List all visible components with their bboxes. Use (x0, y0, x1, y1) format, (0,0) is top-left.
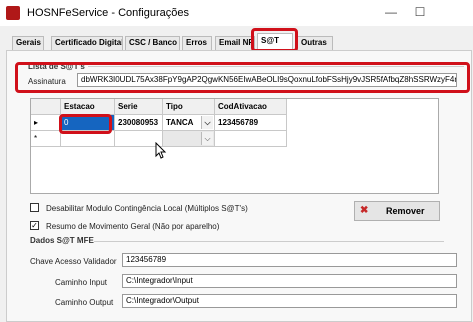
column-header-serie[interactable]: Serie (115, 99, 163, 115)
red-x-icon: ✖ (360, 205, 369, 216)
caminho-output-field[interactable]: C:\Integrador\Output (122, 294, 457, 308)
assinatura-highlight (15, 62, 470, 93)
tab-gerais[interactable]: Gerais (12, 36, 44, 50)
tab-outras[interactable]: Outras (297, 36, 333, 50)
cell-tipo-value: TANCA (166, 118, 194, 127)
estacao-cell-highlight (59, 114, 112, 134)
new-cell-codativacao[interactable] (215, 131, 287, 147)
new-row-indicator[interactable]: * (31, 131, 61, 147)
tab-strip: Gerais Certificado Digital CSC / Banco E… (0, 33, 473, 51)
caminho-input-field[interactable]: C:\Integrador\Input (122, 274, 457, 288)
dados-mfe-legend: Dados S@T MFE (30, 236, 94, 245)
resumo-label: Resumo de Movimento Geral (Não por apare… (46, 222, 220, 231)
app-logo-icon (6, 6, 20, 20)
new-cell-tipo-combo[interactable]: ⌵ (163, 131, 215, 147)
contingencia-label: Desabilitar Modulo Contingência Local (M… (46, 204, 248, 213)
column-header-codativacao[interactable]: CodAtivacao (215, 99, 287, 115)
chave-acesso-label: Chave Acesso Validador (30, 257, 117, 266)
tab-csc-banco[interactable]: CSC / Banco (125, 36, 180, 50)
cell-serie[interactable]: 230080953 (115, 115, 163, 131)
chevron-down-icon[interactable]: ⌵ (201, 116, 213, 129)
column-header-tipo[interactable]: Tipo (163, 99, 215, 115)
row-indicator[interactable]: ▸ (31, 115, 61, 131)
remove-button[interactable]: ✖ Remover (354, 201, 440, 221)
remove-button-label: Remover (386, 206, 425, 216)
caminho-output-label: Caminho Output (55, 298, 114, 307)
sat-grid[interactable]: Estacao Serie Tipo CodAtivacao ▸ 0 23008… (30, 98, 439, 194)
cell-tipo-combo[interactable]: TANCA ⌵ (163, 115, 215, 131)
cell-codativacao[interactable]: 123456789 (215, 115, 287, 131)
resumo-checkbox[interactable]: ✓ (30, 221, 39, 230)
tab-sat-highlight (251, 28, 298, 52)
chave-acesso-field[interactable]: 123456789 (122, 253, 457, 267)
grid-corner-header (31, 99, 61, 115)
contingencia-checkbox[interactable] (30, 203, 39, 212)
column-header-estacao[interactable]: Estacao (61, 99, 115, 115)
tab-email-nfe[interactable]: Email NFe (215, 36, 255, 50)
mouse-cursor-icon (155, 142, 167, 159)
window-title: HOSNFeService - Configurações (27, 7, 190, 19)
minimize-button[interactable]: — (381, 3, 401, 21)
maximize-button[interactable]: ☐ (410, 3, 430, 21)
tab-erros[interactable]: Erros (182, 36, 212, 50)
title-bar: HOSNFeService - Configurações — ☐ (0, 0, 473, 26)
tab-certificado-digital[interactable]: Certificado Digital (51, 36, 123, 50)
chevron-down-icon[interactable]: ⌵ (201, 132, 213, 145)
caminho-input-label: Caminho Input (55, 278, 108, 287)
dados-mfe-group-line (94, 241, 444, 242)
